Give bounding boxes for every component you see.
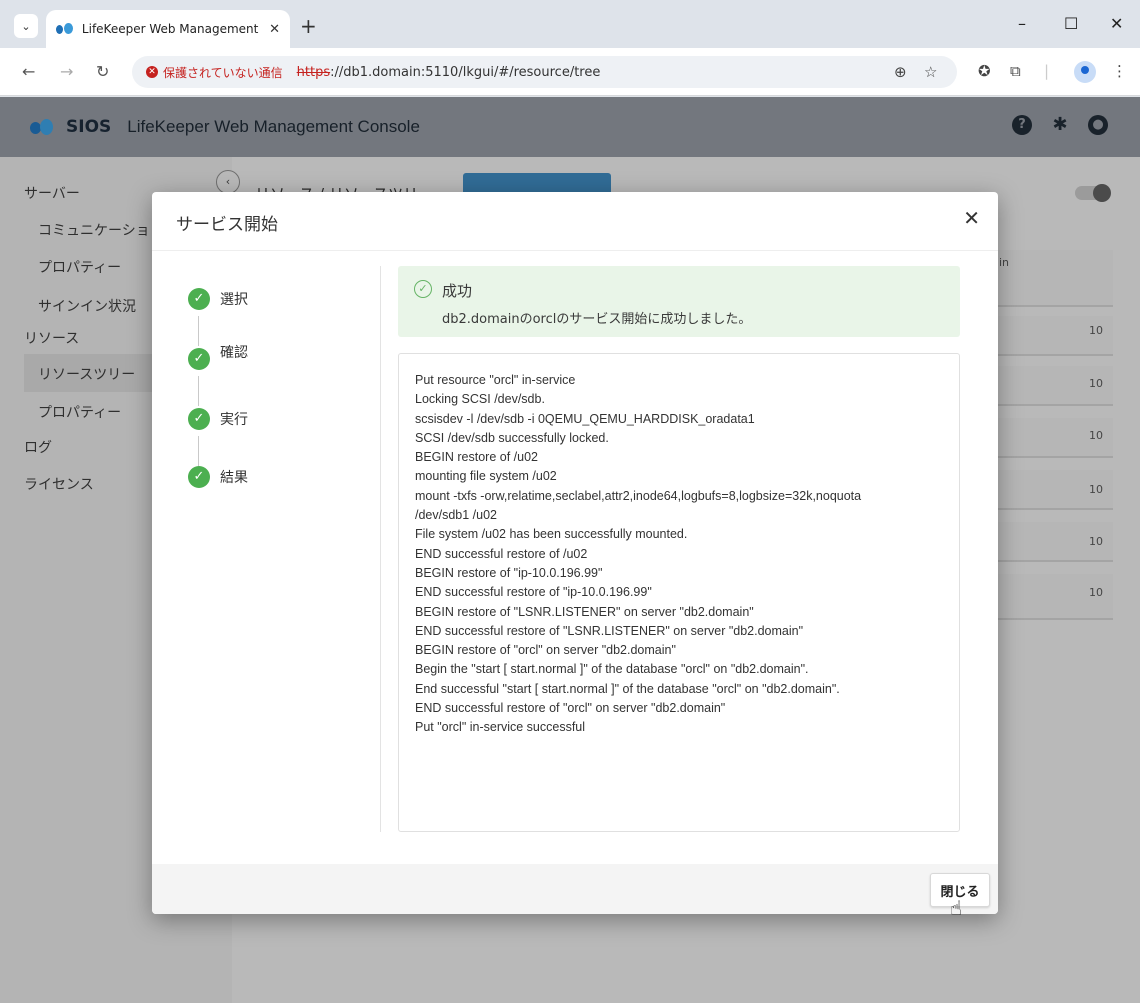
- bookmark-star-icon[interactable]: ☆: [924, 63, 937, 81]
- forward-arrow-icon[interactable]: →: [60, 62, 73, 81]
- browser-tab-bar: ⌄ LifeKeeper Web Management C ✕ + – ☐ ✕: [0, 0, 1140, 48]
- operation-log-output[interactable]: Put resource "orcl" in-service Locking S…: [398, 353, 960, 832]
- window-minimize-button[interactable]: –: [1018, 14, 1026, 33]
- tab-close-icon[interactable]: ✕: [269, 22, 280, 37]
- log-line: scsisdev -l /dev/sdb -i 0QEMU_QEMU_HARDD…: [415, 411, 755, 426]
- hand-pointer-cursor-icon: ☝: [950, 896, 963, 920]
- log-line: File system /u02 has been successfully m…: [415, 527, 688, 542]
- wizard-step-confirm: ✓ 確認: [188, 345, 248, 370]
- log-line: Locking SCSI /dev/sdb.: [415, 392, 545, 407]
- dialog-header-divider: [152, 250, 998, 251]
- reload-icon[interactable]: ↻: [96, 62, 109, 81]
- step-complete-check-icon: ✓: [188, 408, 210, 430]
- zoom-icon[interactable]: ⊕: [894, 63, 907, 81]
- profile-avatar-icon[interactable]: [1074, 61, 1096, 83]
- browser-tab[interactable]: LifeKeeper Web Management C ✕: [46, 10, 290, 48]
- wizard-step-execute: ✓ 実行: [188, 408, 248, 430]
- step-complete-check-icon: ✓: [188, 466, 210, 488]
- log-line: BEGIN restore of /u02: [415, 450, 538, 465]
- log-line: END successful restore of "orcl" on serv…: [415, 701, 726, 716]
- step-complete-check-icon: ✓: [188, 288, 210, 310]
- back-arrow-icon[interactable]: ←: [22, 62, 35, 81]
- extension-icon[interactable]: ✪: [978, 62, 991, 80]
- log-line: Begin the "start [ start.normal ]" of th…: [415, 662, 809, 677]
- success-title: 成功: [442, 282, 473, 300]
- step-connector: [198, 316, 199, 346]
- url-text[interactable]: https://db1.domain:5110/lkgui/#/resource…: [297, 65, 601, 80]
- log-line: END successful restore of /u02: [415, 546, 588, 561]
- success-alert: ✓ 成功 db2.domainのorclのサービス開始に成功しました。: [398, 266, 960, 337]
- log-line: End successful "start [ start.normal ]" …: [415, 681, 840, 696]
- success-check-icon: ✓: [414, 280, 432, 298]
- dialog-footer: [152, 864, 998, 914]
- step-connector: [198, 436, 199, 466]
- insecure-warning-icon: ✕: [146, 66, 158, 78]
- log-line: SCSI /dev/sdb successfully locked.: [415, 430, 609, 445]
- log-line: END successful restore of "ip-10.0.196.9…: [415, 585, 652, 600]
- steps-divider: [380, 266, 381, 832]
- insecure-label: 保護されていない通信: [163, 65, 283, 80]
- wizard-step-result: ✓ 結果: [188, 466, 248, 488]
- tab-title: LifeKeeper Web Management C: [81, 22, 262, 36]
- log-line: mount -txfs -orw,relatime,seclabel,attr2…: [415, 488, 862, 503]
- sios-favicon-icon: [56, 23, 74, 35]
- step-complete-check-icon: ✓: [188, 348, 210, 370]
- window-close-button[interactable]: ✕: [1110, 14, 1123, 33]
- log-line: BEGIN restore of "ip-10.0.196.99": [415, 565, 603, 580]
- browser-toolbar: ← → ↻ ✕ 保護されていない通信 https://db1.domain:51…: [0, 48, 1140, 96]
- log-line: END successful restore of "LSNR.LISTENER…: [415, 623, 804, 638]
- log-line: BEGIN restore of "orcl" on server "db2.d…: [415, 643, 676, 658]
- site-security-indicator[interactable]: ✕ 保護されていない通信: [146, 64, 283, 81]
- dialog-close-icon[interactable]: ✕: [963, 206, 980, 230]
- service-start-dialog: サービス開始 ✕ ✓ 選択 ✓ 確認 ✓ 実行 ✓ 結果 ✓ 成功 db2.do…: [152, 192, 998, 914]
- toolbar-divider: |: [1044, 62, 1050, 80]
- wizard-step-select: ✓ 選択: [188, 288, 248, 310]
- log-line: BEGIN restore of "LSNR.LISTENER" on serv…: [415, 604, 754, 619]
- address-bar[interactable]: ✕ 保護されていない通信 https://db1.domain:5110/lkg…: [132, 56, 957, 88]
- new-tab-button[interactable]: +: [300, 14, 317, 38]
- log-line: Put resource "orcl" in-service: [415, 373, 576, 387]
- browser-menu-icon[interactable]: ⋮: [1112, 62, 1127, 80]
- extensions-puzzle-icon[interactable]: ⧉: [1010, 62, 1021, 80]
- window-maximize-button[interactable]: ☐: [1064, 14, 1078, 33]
- tab-search-dropdown-icon[interactable]: ⌄: [14, 14, 38, 38]
- log-line: Put "orcl" in-service successful: [415, 720, 586, 735]
- success-message: db2.domainのorclのサービス開始に成功しました。: [442, 312, 752, 327]
- log-line: mounting file system /u02: [415, 469, 557, 484]
- dialog-title: サービス開始: [176, 215, 278, 235]
- step-connector: [198, 376, 199, 406]
- log-line: /dev/sdb1 /u02: [415, 508, 498, 523]
